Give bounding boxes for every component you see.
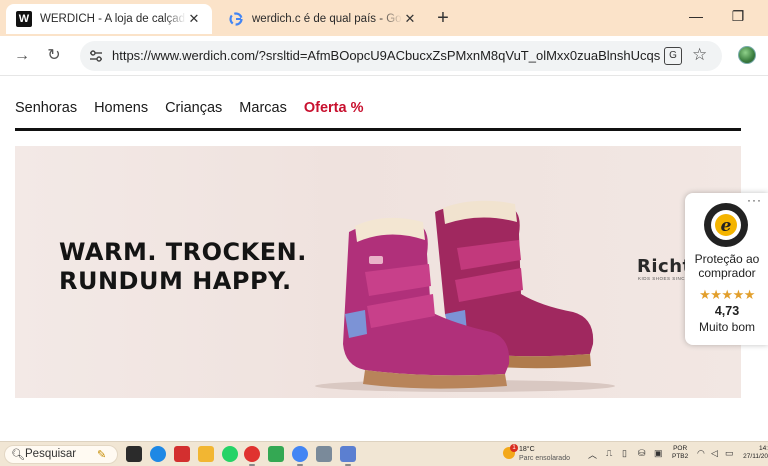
nav-link-criancas[interactable]: Crianças (165, 100, 222, 120)
clock-time: 14: (758, 445, 768, 452)
whatsapp-icon[interactable] (222, 446, 238, 462)
drive-icon[interactable]: ⛁ (638, 448, 646, 459)
app-icon[interactable] (174, 446, 190, 462)
forward-icon[interactable]: → (12, 46, 32, 66)
close-tab-icon[interactable]: ✕ (186, 11, 202, 27)
close-tab-icon[interactable]: ✕ (402, 11, 418, 27)
opera-icon[interactable] (244, 446, 260, 466)
nav-link-homens[interactable]: Homens (94, 100, 148, 120)
banner-headline: WARM. TROCKEN. RUNDUM HAPPY. (59, 238, 307, 296)
chevron-up-icon[interactable]: ︿ (588, 448, 597, 461)
wifi-icon[interactable]: ◠ (697, 448, 705, 459)
url-text[interactable]: https://www.werdich.com/?srsltid=AfmBOop… (112, 48, 660, 63)
badge-menu-icon[interactable]: ··· (747, 193, 762, 207)
address-bar[interactable]: https://www.werdich.com/?srsltid=AfmBOop… (80, 41, 722, 71)
edge-icon[interactable] (150, 446, 166, 462)
windows-taskbar: 🔍︎ Pesquisar ✎ 1 18°C Parc ensolarado ︿ … (0, 441, 768, 466)
nav-link-oferta[interactable]: Oferta % (304, 100, 364, 120)
headline-line-1: WARM. TROCKEN. (59, 238, 307, 266)
settings-icon[interactable] (316, 446, 332, 462)
kids-boots-image (315, 200, 615, 392)
weather-badge: 1 (510, 444, 518, 452)
file-explorer-icon[interactable] (198, 446, 214, 462)
weather-condition: Parc ensolarado (519, 455, 570, 462)
search-label: Pesquisar (25, 448, 77, 460)
input-language[interactable]: POR PTB2 (672, 445, 688, 461)
headline-line-2: RUNDUM HAPPY. (59, 267, 292, 295)
usb-icon[interactable]: ⎍ (606, 448, 612, 459)
site-info-icon[interactable] (88, 48, 104, 64)
taskbar-search[interactable]: 🔍︎ Pesquisar ✎ (4, 445, 118, 464)
search-icon: 🔍︎ (11, 449, 25, 461)
language-code: POR (673, 445, 688, 452)
clock[interactable]: 14: 27/11/20 (738, 445, 768, 461)
task-view-icon[interactable] (126, 446, 142, 462)
translate-icon[interactable]: G (664, 47, 682, 65)
tab-werdich[interactable]: W WERDICH - A loja de calçados onl ✕ (6, 4, 212, 34)
buyer-protection-text: Proteção ao comprador (694, 252, 760, 280)
trusted-shops-badge[interactable]: ··· e Proteção ao comprador ★★★★★ 4,73 M… (685, 193, 768, 345)
new-tab-button[interactable]: + (432, 8, 454, 30)
werdich-favicon-icon: W (16, 11, 32, 27)
app-tray-icon[interactable]: ▣ (654, 448, 663, 459)
volume-icon[interactable]: ◁ (711, 448, 718, 459)
richter-tagline: KIDS SHOES SINCE (638, 276, 689, 281)
svg-text:e: e (721, 216, 732, 236)
keyboard-layout: PTB2 (672, 453, 689, 460)
restore-icon[interactable]: ❐ (728, 8, 748, 28)
profile-avatar[interactable] (738, 46, 756, 64)
tab-title: WERDICH - A loja de calçados onl (40, 13, 186, 25)
google-drive-icon[interactable] (268, 446, 284, 462)
rating-verdict: Muito bom (698, 320, 756, 334)
trusted-shops-seal-icon: e (704, 203, 748, 247)
bookmark-star-icon[interactable]: ☆ (692, 45, 707, 65)
weather-temp: 18°C (519, 446, 535, 453)
battery-icon[interactable]: ▯ (622, 448, 627, 459)
tab-strip: W WERDICH - A loja de calçados onl ✕ wer… (0, 0, 768, 36)
category-nav: Senhoras Homens Crianças Marcas Oferta % (15, 100, 380, 120)
tab-title: werdich.c é de qual país - Google (252, 13, 402, 25)
clock-date: 27/11/20 (743, 453, 768, 460)
battery-status-icon[interactable]: ▭ (725, 448, 734, 459)
google-icon (228, 11, 244, 27)
chrome-icon[interactable] (292, 446, 308, 466)
nav-link-senhoras[interactable]: Senhoras (15, 100, 77, 120)
minimize-icon[interactable]: — (686, 8, 706, 28)
photos-icon[interactable] (340, 446, 356, 466)
hero-banner[interactable]: WARM. TROCKEN. RUNDUM HAPPY. Richte KIDS… (15, 146, 741, 398)
rating-stars: ★★★★★ (699, 287, 755, 302)
reload-icon[interactable]: ↻ (44, 46, 64, 66)
nav-divider (15, 128, 741, 131)
rating-value: 4,73 (714, 304, 740, 318)
tab-google[interactable]: werdich.c é de qual país - Google ✕ (218, 4, 428, 34)
nav-link-marcas[interactable]: Marcas (239, 100, 287, 120)
search-highlight-icon: ✎ (97, 449, 107, 461)
browser-toolbar: → ↻ https://www.werdich.com/?srsltid=Afm… (0, 36, 768, 76)
